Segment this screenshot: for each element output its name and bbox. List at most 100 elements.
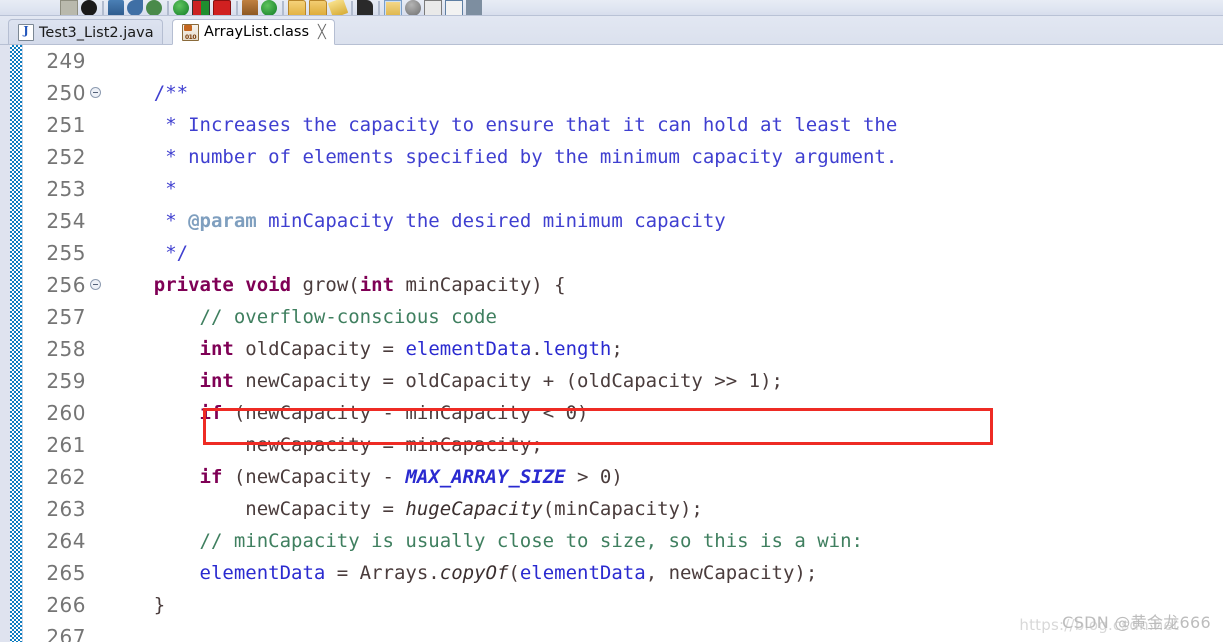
code-token: /** [108,82,189,104]
open-folder-icon[interactable] [288,0,306,15]
code-token: */ [108,242,189,264]
code-line[interactable]: 250 /** [24,77,1223,109]
code-line[interactable]: 263 newCapacity = hugeCapacity(minCapaci… [24,493,1223,525]
code-token: copyOf [439,562,509,584]
fold-collapse-icon[interactable] [90,279,101,290]
code-line-text: } [108,589,165,621]
outline-icon[interactable] [445,0,463,15]
book-icon[interactable] [242,0,258,15]
selected-perspective-icon[interactable] [384,0,402,15]
code-line[interactable]: 253 * [24,173,1223,205]
code-line-text: elementData = Arrays.copyOf(elementData,… [108,557,818,589]
code-token: MAX_ARRAY_SIZE [405,466,566,488]
code-token: newCapacity = [108,498,406,520]
dark-circle-icon[interactable] [81,0,97,15]
line-number: 249 [46,49,86,73]
line-number: 256 [46,273,86,297]
code-text-area[interactable]: 249 250 /** 251 * Increases the capacity t… [24,45,1223,642]
folder-icon[interactable] [309,0,327,15]
code-line[interactable]: 265 elementData = Arrays.copyOf(elementD… [24,557,1223,589]
code-line[interactable]: 257 // overflow-conscious code [24,301,1223,333]
code-token: int [359,274,395,296]
toolbar-separator [351,1,353,15]
line-number: 259 [46,369,86,393]
editor-tab-test3-list2-java[interactable]: Test3_List2.java [8,19,163,45]
code-line[interactable]: 255 */ [24,237,1223,269]
editor-left-margin [0,45,10,642]
code-token: 0 [599,466,612,488]
code-token: ); [760,370,783,392]
code-editor[interactable]: 249 250 /** 251 * Increases the capacity t… [0,45,1223,642]
code-line-text: if (newCapacity - minCapacity < 0) [108,397,589,429]
code-token: grow( [291,274,360,296]
code-line[interactable]: 261 newCapacity = minCapacity; [24,429,1223,461]
run-last-icon[interactable] [261,0,277,15]
code-line[interactable]: 258 int oldCapacity = elementData.length… [24,333,1223,365]
edit-pencil-icon[interactable] [327,0,349,15]
close-icon[interactable]: ╳ [318,26,326,39]
code-line[interactable]: 249 [24,45,1223,77]
code-line[interactable]: 252 * number of elements specified by th… [24,141,1223,173]
code-token: // minCapacity is usually close to size,… [199,530,863,552]
editor-tab-bar: Test3_List2.java ArrayList.class ╳ [0,16,1223,45]
code-token: 0 [565,402,578,424]
stop-icon[interactable] [213,0,231,15]
code-line[interactable]: 260 if (newCapacity - minCapacity < 0) [24,397,1223,429]
gray-sphere-icon[interactable] [405,0,421,15]
code-token: newCapacity = oldCapacity + (oldCapacity… [233,370,749,392]
toolbar-separator [167,1,169,15]
code-token: . [531,338,543,360]
code-line[interactable]: 254 * @param minCapacity the desired min… [24,205,1223,237]
code-token: int [199,338,234,360]
search-icon[interactable] [127,0,143,15]
code-line-text: */ [108,237,188,269]
toolbar-separator [236,1,238,15]
code-line[interactable]: 262 if (newCapacity - MAX_ARRAY_SIZE > 0… [24,461,1223,493]
code-line-text: * number of elements specified by the mi… [108,141,897,173]
code-line[interactable]: 256 private void grow(int minCapacity) { [24,269,1223,301]
line-number: 260 [46,401,86,425]
black-corner-icon[interactable] [357,0,373,15]
pause-icon[interactable] [466,0,482,15]
editor-tab-arraylist-class[interactable]: ArrayList.class ╳ [172,19,335,45]
line-number: 257 [46,305,86,329]
run-icon[interactable] [173,0,189,15]
code-token: * [108,210,189,232]
code-token: oldCapacity = [233,338,406,360]
fold-collapse-icon[interactable] [90,87,101,98]
line-number: 258 [46,337,86,361]
code-token: (newCapacity - minCapacity < [222,402,566,424]
code-line-text: int newCapacity = oldCapacity + (oldCapa… [108,365,783,397]
build-icon[interactable] [60,0,78,15]
eclipse-toolbar [0,0,1223,16]
code-token: , newCapacity); [645,562,818,584]
code-token: elementData [519,562,646,584]
code-line-text: private void grow(int minCapacity) { [108,269,566,301]
code-line[interactable]: 264 // minCapacity is usually close to s… [24,525,1223,557]
image-icon[interactable] [424,0,442,15]
line-number: 265 [46,561,86,585]
code-token: // overflow-conscious code [199,306,497,328]
line-number: 262 [46,465,86,489]
code-line[interactable]: 259 int newCapacity = oldCapacity + (old… [24,365,1223,397]
code-token: ) [577,402,589,424]
toolbar-icon-group [60,0,485,15]
code-line-text: * @param minCapacity the desired minimum… [108,205,726,237]
bug-icon[interactable] [146,0,162,15]
folding-annotation-bar[interactable] [10,45,23,642]
editor-tab-label: ArrayList.class [204,24,310,40]
debug-icon[interactable] [108,0,124,15]
toolbar-separator [282,1,284,15]
code-line[interactable]: 251 * Increases the capacity to ensure t… [24,109,1223,141]
code-token: 1 [748,370,761,392]
console-icon[interactable] [192,0,210,15]
code-token: hugeCapacity [405,498,543,520]
code-token: ; [611,338,623,360]
code-token: * Increases the capacity to ensure that … [108,114,898,136]
line-number: 266 [46,593,86,617]
